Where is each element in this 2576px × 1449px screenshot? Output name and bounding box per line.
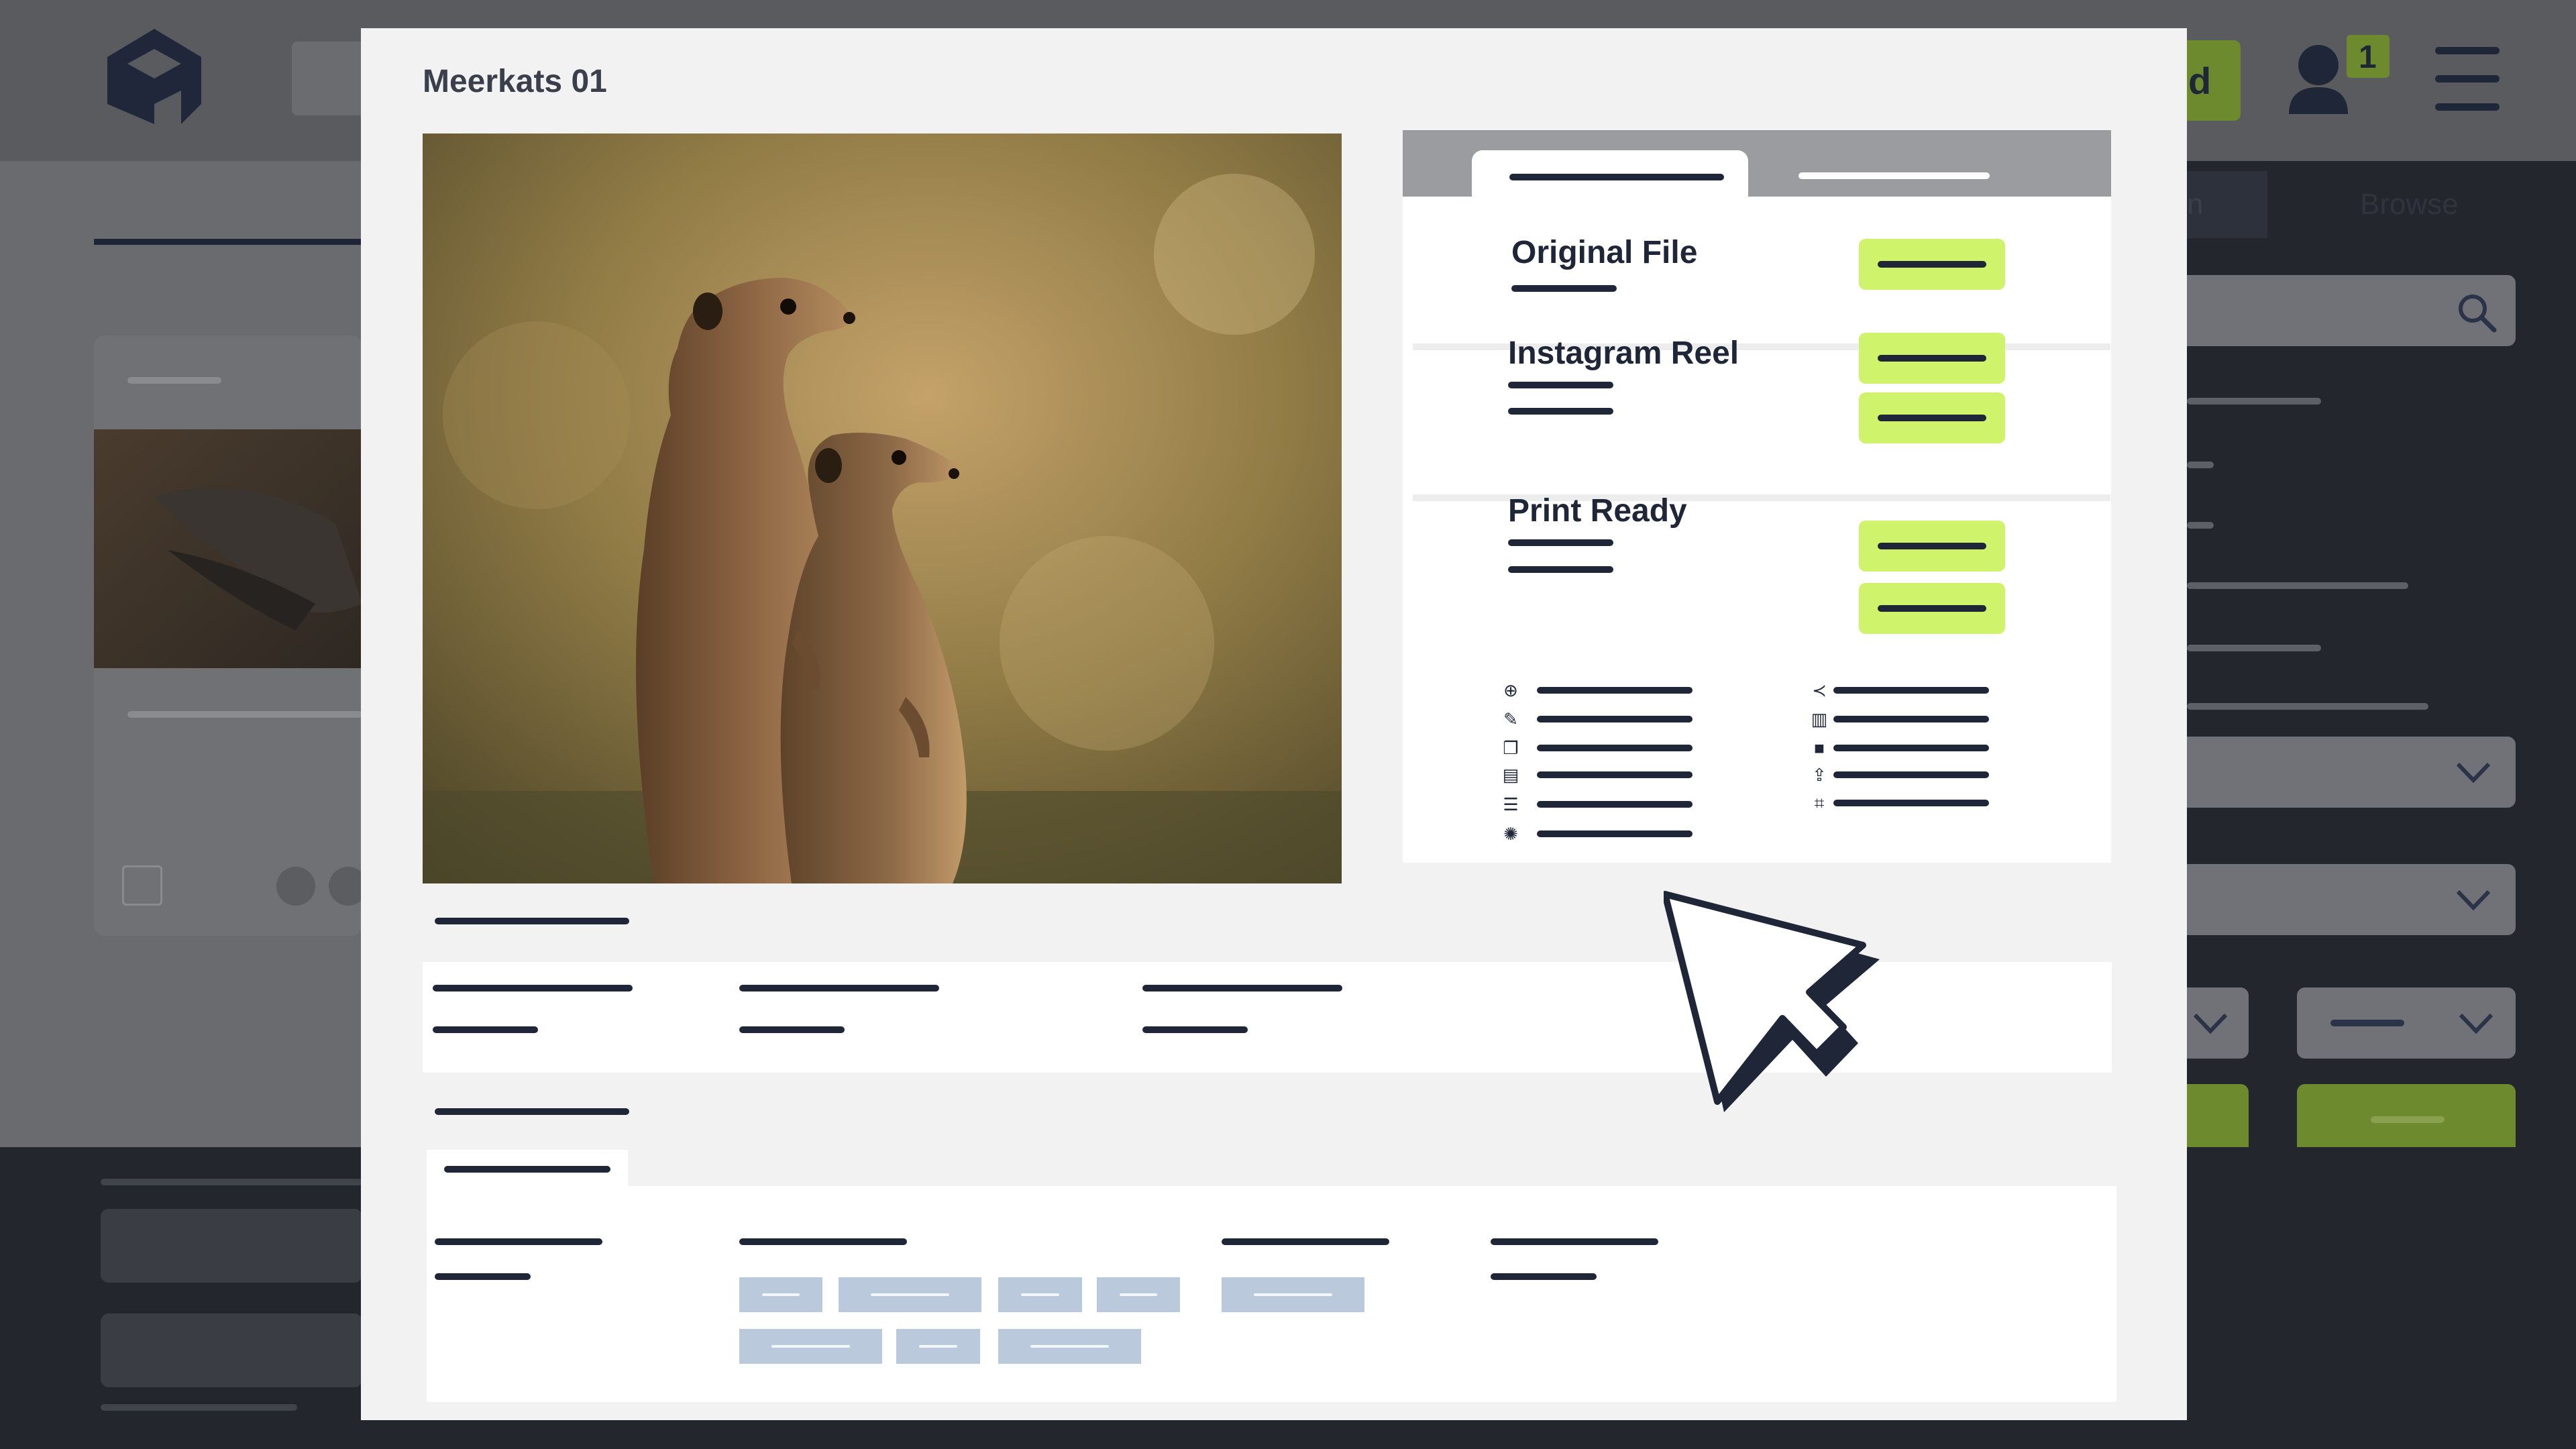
header-primary-button[interactable]: d — [2187, 40, 2241, 121]
hamburger-menu-icon[interactable] — [2435, 47, 2500, 111]
tag-chip[interactable] — [739, 1329, 882, 1364]
bg-submit-button[interactable] — [2297, 1084, 2516, 1155]
app-logo — [107, 29, 201, 124]
action-enhance[interactable]: ✺ — [1501, 824, 1702, 844]
bg-card-thumbnail — [94, 429, 362, 668]
tag-chip[interactable] — [998, 1329, 1141, 1364]
copy-icon: ❐ — [1503, 738, 1519, 758]
header-search-button[interactable] — [292, 42, 366, 115]
action-document[interactable]: ▤ — [1501, 765, 1702, 785]
bg-tab-browse-label: Browse — [2360, 188, 2459, 221]
bg-footer-input-2[interactable] — [101, 1313, 362, 1387]
download-print-button-1[interactable] — [1859, 521, 2005, 572]
asset-preview-image[interactable] — [423, 133, 1342, 883]
mouse-cursor-icon — [1664, 891, 1880, 1112]
tab-details[interactable] — [1799, 150, 2040, 191]
pencil-icon: ✎ — [1503, 709, 1518, 729]
actions-left: ⊕ ✎ ❐ ▤ ☰ ✺ — [1501, 680, 1702, 861]
tag-chip[interactable] — [739, 1277, 822, 1312]
bg-tab-fragment: n — [2187, 188, 2204, 221]
bg-filter-select-1[interactable] — [2187, 737, 2516, 808]
notification-count: 1 — [2359, 40, 2377, 75]
bg-apply-button[interactable] — [2187, 1084, 2249, 1155]
tag-chip[interactable] — [1222, 1277, 1364, 1312]
plus-circle-icon: ⊕ — [1503, 680, 1518, 700]
metadata-heading — [435, 918, 629, 924]
lock-icon: ■ — [1814, 738, 1825, 758]
tag-chip[interactable] — [998, 1277, 1082, 1312]
notification-badge[interactable]: 1 — [2347, 35, 2390, 78]
bg-asset-card[interactable] — [94, 335, 368, 936]
trash-icon: ▥ — [1811, 709, 1828, 729]
bg-tab-underline — [94, 239, 362, 245]
bg-filter-select-4[interactable] — [2297, 987, 2516, 1059]
bg-card-checkbox[interactable] — [122, 865, 162, 906]
bg-search-input[interactable] — [2187, 275, 2516, 346]
download-original-button[interactable] — [1859, 239, 2005, 290]
action-share[interactable]: ≺ — [1809, 680, 2010, 700]
action-duplicate[interactable]: ❐ — [1501, 738, 1702, 758]
action-list[interactable]: ☰ — [1501, 794, 1702, 814]
search-icon — [2459, 294, 2497, 333]
share-icon: ≺ — [1812, 680, 1827, 700]
chevron-down-icon — [2456, 890, 2491, 911]
action-upload[interactable]: ⇪ — [1809, 765, 2010, 785]
action-lock[interactable]: ■ — [1809, 738, 2010, 758]
tags-box — [427, 1186, 2116, 1402]
header-button-label: d — [2188, 60, 2212, 102]
bg-tab-browse[interactable]: Browse — [2267, 171, 2576, 238]
chevron-down-icon — [2459, 1013, 2493, 1034]
action-edit[interactable]: ✎ — [1501, 709, 1702, 729]
asset-detail-modal: Meerkats 01 Original File Instagram Reel… — [361, 28, 2187, 1420]
download-instagram-button-1[interactable] — [1859, 333, 2005, 384]
section-title-print-ready: Print Ready — [1508, 493, 1687, 529]
user-icon[interactable] — [2286, 42, 2351, 115]
actions-right: ≺ ▥ ■ ⇪ ⌗ — [1809, 680, 2010, 835]
crop-icon: ⌗ — [1814, 793, 1825, 813]
chevron-down-icon — [2456, 762, 2491, 784]
download-print-button-2[interactable] — [1859, 583, 2005, 634]
bg-card-expand-icon[interactable] — [276, 867, 315, 906]
upload-icon: ⇪ — [1812, 765, 1827, 785]
bg-filter-select-3[interactable] — [2187, 987, 2249, 1059]
bg-tab-search[interactable]: n — [2187, 171, 2267, 238]
sparkle-icon: ✺ — [1503, 824, 1518, 844]
section-title-original-file: Original File — [1511, 235, 1698, 270]
tab-downloads[interactable] — [1472, 150, 1748, 197]
action-delete[interactable]: ▥ — [1809, 709, 2010, 729]
download-instagram-button-2[interactable] — [1859, 392, 2005, 443]
section-title-instagram-reel: Instagram Reel — [1508, 335, 1739, 371]
tags-heading — [435, 1108, 629, 1115]
tag-chip[interactable] — [839, 1277, 981, 1312]
panel-tab-bar — [1403, 130, 2111, 197]
action-crop[interactable]: ⌗ — [1809, 793, 2010, 813]
tags-tab[interactable] — [427, 1150, 628, 1190]
modal-title: Meerkats 01 — [423, 64, 607, 99]
bg-filter-select-2[interactable] — [2187, 864, 2516, 935]
action-add[interactable]: ⊕ — [1501, 680, 1702, 700]
document-icon: ▤ — [1502, 765, 1519, 785]
download-panel: Original File Instagram Reel Print Ready… — [1403, 130, 2111, 863]
list-icon: ☰ — [1503, 794, 1519, 814]
bg-footer-input-1[interactable] — [101, 1209, 362, 1283]
tag-chip[interactable] — [1097, 1277, 1180, 1312]
tag-chip[interactable] — [896, 1329, 980, 1364]
chevron-down-icon — [2193, 1013, 2228, 1034]
